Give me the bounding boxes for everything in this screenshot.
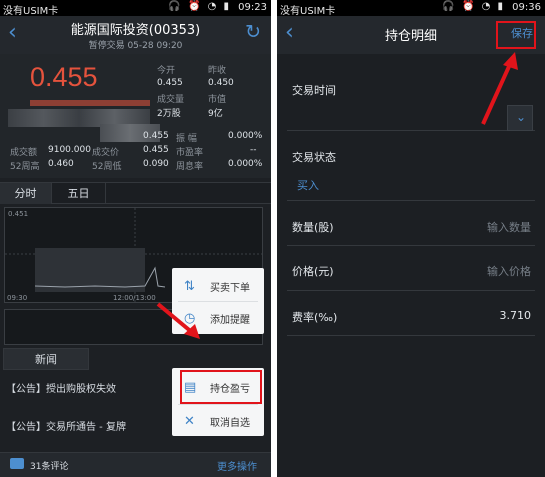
- chart-time-start: 09:30: [7, 294, 28, 302]
- tab-five-day[interactable]: 五日: [52, 183, 106, 204]
- status-icons: 🎧 ⏰ ◔ ▮: [442, 1, 505, 12]
- carrier-label: 没有USIM卡: [3, 6, 59, 17]
- news-item[interactable]: 【公告】交易所通告 - 复牌: [6, 418, 126, 433]
- fee-label: 费率(‰): [292, 311, 338, 324]
- highlight-box: [496, 21, 536, 49]
- price-input[interactable]: 输入价格: [487, 263, 531, 279]
- amplitude-value: 0.000%: [228, 131, 263, 141]
- status-bar: 没有USIM卡 🎧 ⏰ ◔ ▮ 09:36: [277, 0, 545, 17]
- carrier-label: 没有USIM卡: [280, 6, 336, 17]
- low52-value: 0.090: [143, 159, 169, 169]
- avg-price-label: 成交价: [92, 148, 120, 158]
- highlight-box: [180, 370, 262, 404]
- prev-close-value: 0.450: [208, 78, 234, 88]
- divider: [287, 290, 535, 291]
- comment-icon[interactable]: [10, 458, 24, 469]
- stock-title: 能源国际投资(00353): [70, 23, 201, 38]
- tab-intraday[interactable]: 分时: [0, 183, 52, 204]
- menu-item-label: 买卖下单: [210, 283, 250, 294]
- market-cap-label: 市值: [208, 95, 227, 105]
- turnover-label: 成交额: [10, 148, 38, 158]
- trade-time-dropdown[interactable]: ⌄: [507, 105, 533, 131]
- trade-time-label: 交易时间: [292, 84, 336, 97]
- status-icons: 🎧 ⏰ ◔ ▮: [168, 1, 231, 12]
- close-icon: ✕: [184, 414, 195, 429]
- price-change-bar: [30, 100, 150, 106]
- open-value: 0.455: [157, 78, 183, 88]
- divider: [287, 335, 535, 336]
- menu-divider: [178, 404, 258, 405]
- quantity-label: 数量(股): [292, 221, 334, 234]
- divider: [287, 245, 535, 246]
- high52-value: 0.460: [48, 159, 74, 169]
- trading-status: 暂停交易 05-28 09:20: [88, 41, 183, 51]
- position-detail-screen: 没有USIM卡 🎧 ⏰ ◔ ▮ 09:36 ‹ 持仓明细 保存 交易时间 ⌄ 交…: [277, 0, 545, 477]
- chart-tabs: 分时 五日: [0, 182, 271, 204]
- open-label: 今开: [157, 66, 176, 76]
- clock: 09:36: [512, 2, 541, 13]
- divider: [287, 130, 535, 131]
- volume-value: 2万股: [157, 109, 181, 119]
- turnover-rate-label: 周息率: [176, 162, 204, 172]
- news-item[interactable]: 【公告】授出购股权失效: [6, 380, 116, 395]
- comments-count[interactable]: 31条评论: [30, 459, 68, 472]
- title-bar: ‹ 能源国际投资(00353) 暂停交易 05-28 09:20 ↻: [0, 16, 271, 54]
- low52-label: 52周低: [92, 162, 122, 172]
- turnover-value: 9100.000: [48, 145, 91, 155]
- trade-icon: ⇅: [184, 279, 195, 294]
- more-actions-button[interactable]: 更多操作: [217, 458, 257, 473]
- row3-value: 0.455: [143, 131, 169, 141]
- market-cap-value: 9亿: [208, 109, 223, 119]
- status-bar: 没有USIM卡 🎧 ⏰ ◔ ▮ 09:23: [0, 0, 271, 17]
- menu-item-label: 添加提醒: [210, 315, 250, 326]
- current-price: 0.455: [30, 62, 98, 92]
- menu-item-trade[interactable]: ⇅ 买卖下单: [172, 271, 264, 301]
- trade-status-value[interactable]: 买入: [297, 177, 319, 193]
- amplitude-label: 振 幅: [176, 134, 197, 144]
- quote-panel: 0.455 今开 昨收 0.455 0.450 成交量 市值 2万股 9亿 0.…: [0, 54, 271, 178]
- turnover-rate-value: 0.000%: [228, 159, 263, 169]
- quantity-input[interactable]: 输入数量: [487, 219, 531, 235]
- trade-status-label: 交易状态: [292, 151, 336, 164]
- volume-label: 成交量: [157, 95, 185, 105]
- clock: 09:23: [238, 2, 267, 13]
- refresh-icon[interactable]: ↻: [245, 21, 261, 43]
- price-label: 价格(元): [292, 265, 334, 278]
- annotation-arrow: [156, 302, 200, 339]
- divider: [287, 200, 535, 201]
- stock-detail-screen: 没有USIM卡 🎧 ⏰ ◔ ▮ 09:23 ‹ 能源国际投资(00353) 暂停…: [0, 0, 271, 477]
- bottom-bar: 31条评论 更多操作: [0, 452, 271, 477]
- fee-input[interactable]: 3.710: [500, 309, 532, 322]
- pe-label: 市盈率: [176, 148, 204, 158]
- prev-close-label: 昨收: [208, 66, 227, 76]
- tab-news[interactable]: 新闻: [3, 348, 89, 370]
- menu-item-remove-favorite[interactable]: ✕ 取消自选: [172, 406, 264, 436]
- chevron-down-icon: ⌄: [516, 110, 527, 124]
- pe-value: --: [250, 145, 257, 155]
- menu-item-label: 取消自选: [210, 418, 250, 429]
- avg-price-value: 0.455: [143, 145, 169, 155]
- high52-label: 52周高: [10, 162, 40, 172]
